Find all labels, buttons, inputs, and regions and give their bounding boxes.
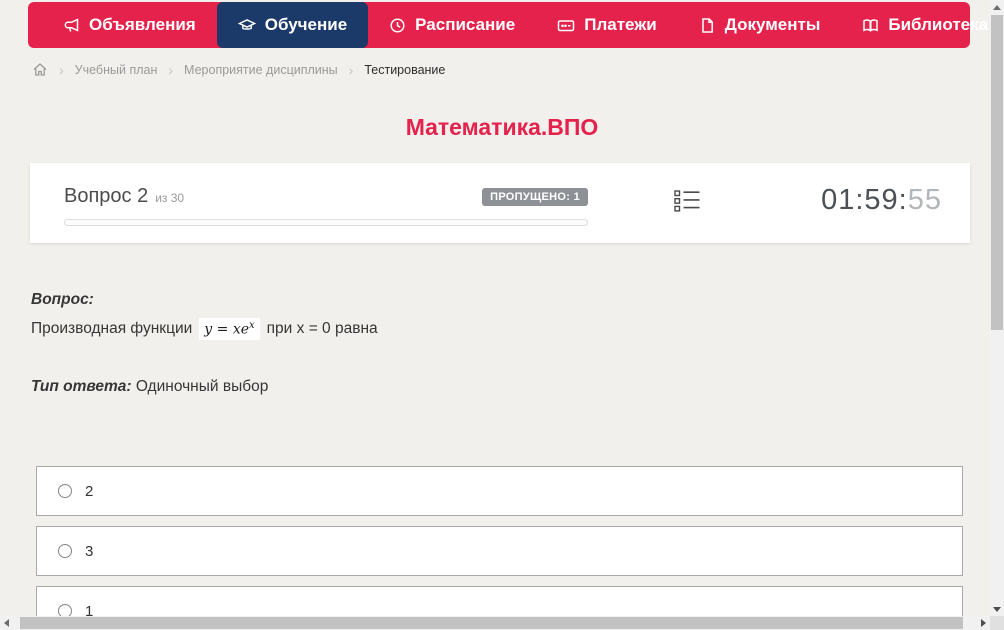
formula-image: y = xex <box>199 318 260 340</box>
scroll-up-arrow-icon[interactable] <box>993 5 1001 10</box>
main-navbar: Объявления Обучение Расписание Платежи Д… <box>28 2 988 48</box>
question-heading: Вопрос: <box>31 291 94 308</box>
question-body: Вопрос: Производная функции y = xex при … <box>31 291 941 340</box>
question-number: Вопрос 2 <box>64 185 149 207</box>
page-title: Математика.ВПО <box>405 114 599 140</box>
answer-options: 2 3 1 <box>36 466 963 630</box>
nav-item-schedule[interactable]: Расписание <box>368 2 536 48</box>
breadcrumb-testing: Тестирование <box>364 62 446 77</box>
formula-base: y = xe <box>204 321 250 338</box>
question-progress-block: Вопрос 2 из 30 ПРОПУЩЕНО: 1 <box>64 185 588 226</box>
clock-icon <box>389 17 406 34</box>
question-text-before: Производная функции <box>31 319 193 337</box>
nav-item-label: Расписание <box>415 15 516 34</box>
breadcrumb-curriculum[interactable]: Учебный план <box>75 63 158 77</box>
nav-item-payments[interactable]: Платежи <box>536 2 678 48</box>
book-icon <box>862 17 879 34</box>
document-icon <box>699 17 716 34</box>
breadcrumb-discipline-event[interactable]: Мероприятие дисциплины <box>184 63 338 77</box>
breadcrumb-separator: › <box>348 61 354 78</box>
graduation-cap-icon <box>237 17 256 34</box>
answer-option[interactable]: 3 <box>36 526 963 576</box>
answer-option[interactable]: 2 <box>36 466 963 516</box>
vertical-scrollbar-thumb[interactable] <box>991 15 1003 330</box>
megaphone-icon <box>63 17 80 34</box>
formula-exponent: x <box>249 320 255 331</box>
breadcrumb-separator: › <box>168 61 174 78</box>
scrollbar-corner <box>990 616 1004 630</box>
question-header-card: Вопрос 2 из 30 ПРОПУЩЕНО: 1 01:59:55 <box>30 163 970 243</box>
vertical-scrollbar[interactable] <box>990 0 1004 616</box>
breadcrumb: › Учебный план › Мероприятие дисциплины … <box>32 62 445 77</box>
question-text-after: при x = 0 равна <box>266 319 378 337</box>
scroll-down-arrow-icon[interactable] <box>993 607 1001 612</box>
horizontal-scrollbar-thumb[interactable] <box>20 617 963 629</box>
scroll-right-arrow-icon[interactable] <box>981 619 986 627</box>
nav-item-label: Объявления <box>89 15 196 34</box>
progress-bar <box>64 219 588 226</box>
radio-button[interactable] <box>58 484 72 498</box>
breadcrumb-separator: › <box>59 61 64 78</box>
timer-main: 01:59: <box>821 184 908 216</box>
scroll-left-arrow-icon[interactable] <box>4 619 9 627</box>
nav-item-announcements[interactable]: Объявления <box>42 2 217 48</box>
nav-item-documents[interactable]: Документы <box>678 2 842 48</box>
horizontal-scrollbar[interactable] <box>0 616 990 630</box>
option-label: 2 <box>85 482 94 500</box>
answer-type-row: Тип ответа: Одиночный выбор <box>31 378 268 396</box>
option-label: 3 <box>85 542 94 560</box>
nav-item-learning[interactable]: Обучение <box>216 2 369 48</box>
timer: 01:59:55 <box>821 184 942 217</box>
timer-seconds: 55 <box>907 184 942 216</box>
radio-button[interactable] <box>58 544 72 558</box>
answer-type-label: Тип ответа: <box>31 378 132 395</box>
question-list-button[interactable] <box>674 190 701 217</box>
home-icon[interactable] <box>32 62 48 77</box>
nav-item-library[interactable]: Библиотека <box>841 2 1004 48</box>
nav-item-label: Документы <box>724 15 821 34</box>
nav-item-label: Обучение <box>264 15 348 34</box>
nav-item-label: Библиотека <box>888 15 989 34</box>
skipped-badge: ПРОПУЩЕНО: 1 <box>482 187 588 206</box>
question-list-icon <box>674 190 701 216</box>
answer-type-value: Одиночный выбор <box>135 378 269 395</box>
question-total: из 30 <box>155 191 185 205</box>
nav-item-label: Платежи <box>584 15 657 34</box>
credit-card-icon <box>557 17 575 34</box>
